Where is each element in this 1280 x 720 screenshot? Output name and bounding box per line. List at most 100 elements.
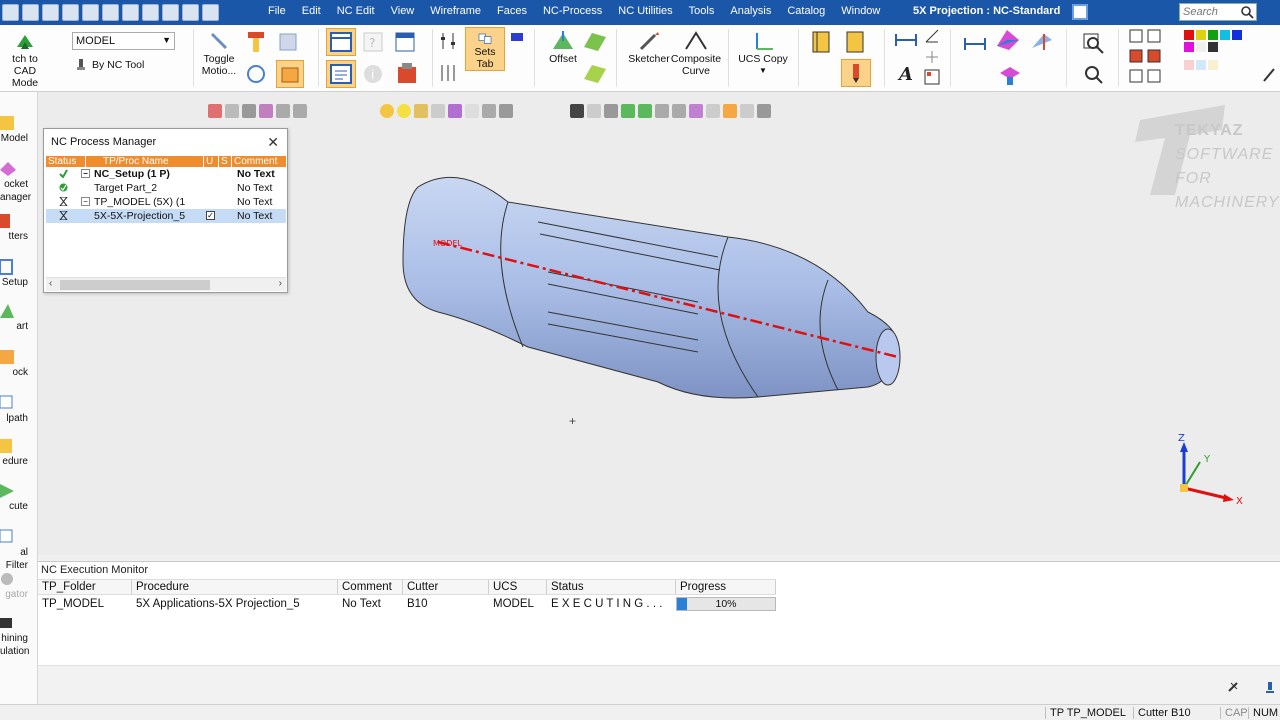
bulb-icon[interactable] [397,104,411,118]
save-icon[interactable] [42,4,59,21]
search-input[interactable] [1180,4,1238,20]
left-item-model[interactable]: Model [0,114,38,145]
green-select-icon[interactable] [621,104,635,118]
collapse-toggle[interactable]: − [81,197,90,206]
menu-tools[interactable]: Tools [681,5,723,17]
hand-icon[interactable] [431,104,445,118]
left-item-global-filter[interactable]: al Filter [0,528,38,572]
blue-tool-icon[interactable] [508,30,526,48]
column-status[interactable]: Status [46,156,86,167]
use-checkbox[interactable]: ✓ [206,211,215,220]
copy-icon[interactable] [122,4,139,21]
brush-icon[interactable] [689,104,703,118]
layer-select-icon[interactable] [499,104,513,118]
redo-icon[interactable] [162,4,179,21]
box-select-icon[interactable] [276,104,290,118]
pointer-icon[interactable] [242,104,256,118]
text-icon[interactable]: A [896,63,916,83]
left-item-procedure[interactable]: edure [0,437,38,468]
model-select[interactable]: MODEL ▼ [72,32,175,50]
layers-icon[interactable] [482,104,496,118]
column-cutter[interactable]: Cutter [403,580,489,594]
plus-icon[interactable] [924,49,940,65]
search-icon[interactable] [1240,5,1254,19]
render-icon[interactable] [996,63,1022,87]
column-s[interactable]: S [219,156,232,167]
zoom-icon[interactable] [1082,32,1104,54]
view-cubes-icon[interactable] [1128,28,1168,90]
offset-button[interactable]: Offset [546,29,580,65]
curve-select-icon[interactable] [587,104,601,118]
list-view-button[interactable] [326,60,356,88]
monitor-table-row[interactable]: TP_MODEL 5X Applications-5X Projection_5… [38,596,776,612]
left-item-machining-simulation[interactable]: hining ulation [0,614,38,658]
column-comment[interactable]: Comment [232,156,286,167]
scroll-right-icon[interactable]: › [279,278,282,289]
path-icon[interactable] [244,62,268,86]
column-procedure[interactable]: Procedure [132,580,338,594]
switch-to-cad-button[interactable]: tch to CAD Mode [0,29,50,89]
menu-view[interactable]: View [383,5,423,17]
help-icon[interactable]: ? [362,31,384,53]
search-box[interactable] [1179,3,1257,21]
face-select-icon[interactable] [604,104,618,118]
dock-icon[interactable] [1072,4,1088,20]
stop-icon[interactable] [1226,680,1240,694]
column-name[interactable]: TP/Proc Name [86,156,204,167]
column-tp-folder[interactable]: TP_Folder [38,580,132,594]
layout-icon[interactable] [394,31,416,53]
delete-icon[interactable] [208,104,222,118]
left-item-pocket-manager[interactable]: ocket anager [0,160,38,204]
cutter-select-button[interactable] [841,59,871,87]
book-icon[interactable] [810,30,832,54]
hierarchy-icon[interactable] [182,4,199,21]
composite-curve-button[interactable]: Composite Curve [670,29,722,77]
table-icon[interactable] [924,69,940,85]
left-item-cutters[interactable]: tters [0,212,38,243]
left-item-part[interactable]: art [0,302,38,333]
cube-icon[interactable] [276,30,300,54]
tool-holder-icon[interactable] [844,30,866,54]
surface-copy-icon[interactable] [582,61,608,85]
new-file-icon[interactable] [2,4,19,21]
scrollbar-thumb[interactable] [60,280,210,290]
snap-icon[interactable] [757,104,771,118]
menu-wireframe[interactable]: Wireframe [422,5,489,17]
transform-icon[interactable] [414,104,428,118]
cutter-icon[interactable] [244,30,268,54]
menu-faces[interactable]: Faces [489,5,535,17]
menu-edit[interactable]: Edit [294,5,329,17]
arrow-left-icon[interactable] [448,104,462,118]
menu-nc-edit[interactable]: NC Edit [329,5,383,17]
scroll-left-icon[interactable]: ‹ [49,278,52,289]
tree-row-5x-projection[interactable]: 5X-5X-Projection_5 ✓ No Text [46,209,286,223]
grid-icon[interactable] [740,104,754,118]
info-icon[interactable]: i [362,63,384,85]
column-u[interactable]: U [204,156,219,167]
sketcher-button[interactable]: Sketcher [628,29,670,65]
sets-tab-button[interactable]: Sets Tab [465,27,505,71]
toggle-motion-button[interactable]: Toggle Motio... [200,29,238,77]
column-ucs[interactable]: UCS [489,580,547,594]
menu-analysis[interactable]: Analysis [722,5,779,17]
dimension-icon[interactable] [894,30,918,52]
image-icon[interactable] [82,4,99,21]
part-model[interactable]: MODEL [398,162,918,402]
by-nc-tool-button[interactable]: By NC Tool [75,59,144,71]
window-view-button[interactable] [326,28,356,56]
chain-icon[interactable] [655,104,669,118]
menu-file[interactable]: File [260,5,294,17]
menu-nc-process[interactable]: NC-Process [535,5,610,17]
surface-icon[interactable] [582,29,608,53]
orange-select-icon[interactable] [723,104,737,118]
stock-button[interactable] [276,60,304,88]
light-icon[interactable] [380,104,394,118]
undo-icon[interactable] [142,4,159,21]
menu-window[interactable]: Window [833,5,888,17]
filter-icon[interactable] [259,104,273,118]
undo-view-icon[interactable] [570,104,584,118]
settings-sliders-icon[interactable] [438,31,458,51]
green-edge-icon[interactable] [638,104,652,118]
angle-icon[interactable] [924,28,940,44]
paint-icon[interactable] [1262,65,1276,83]
